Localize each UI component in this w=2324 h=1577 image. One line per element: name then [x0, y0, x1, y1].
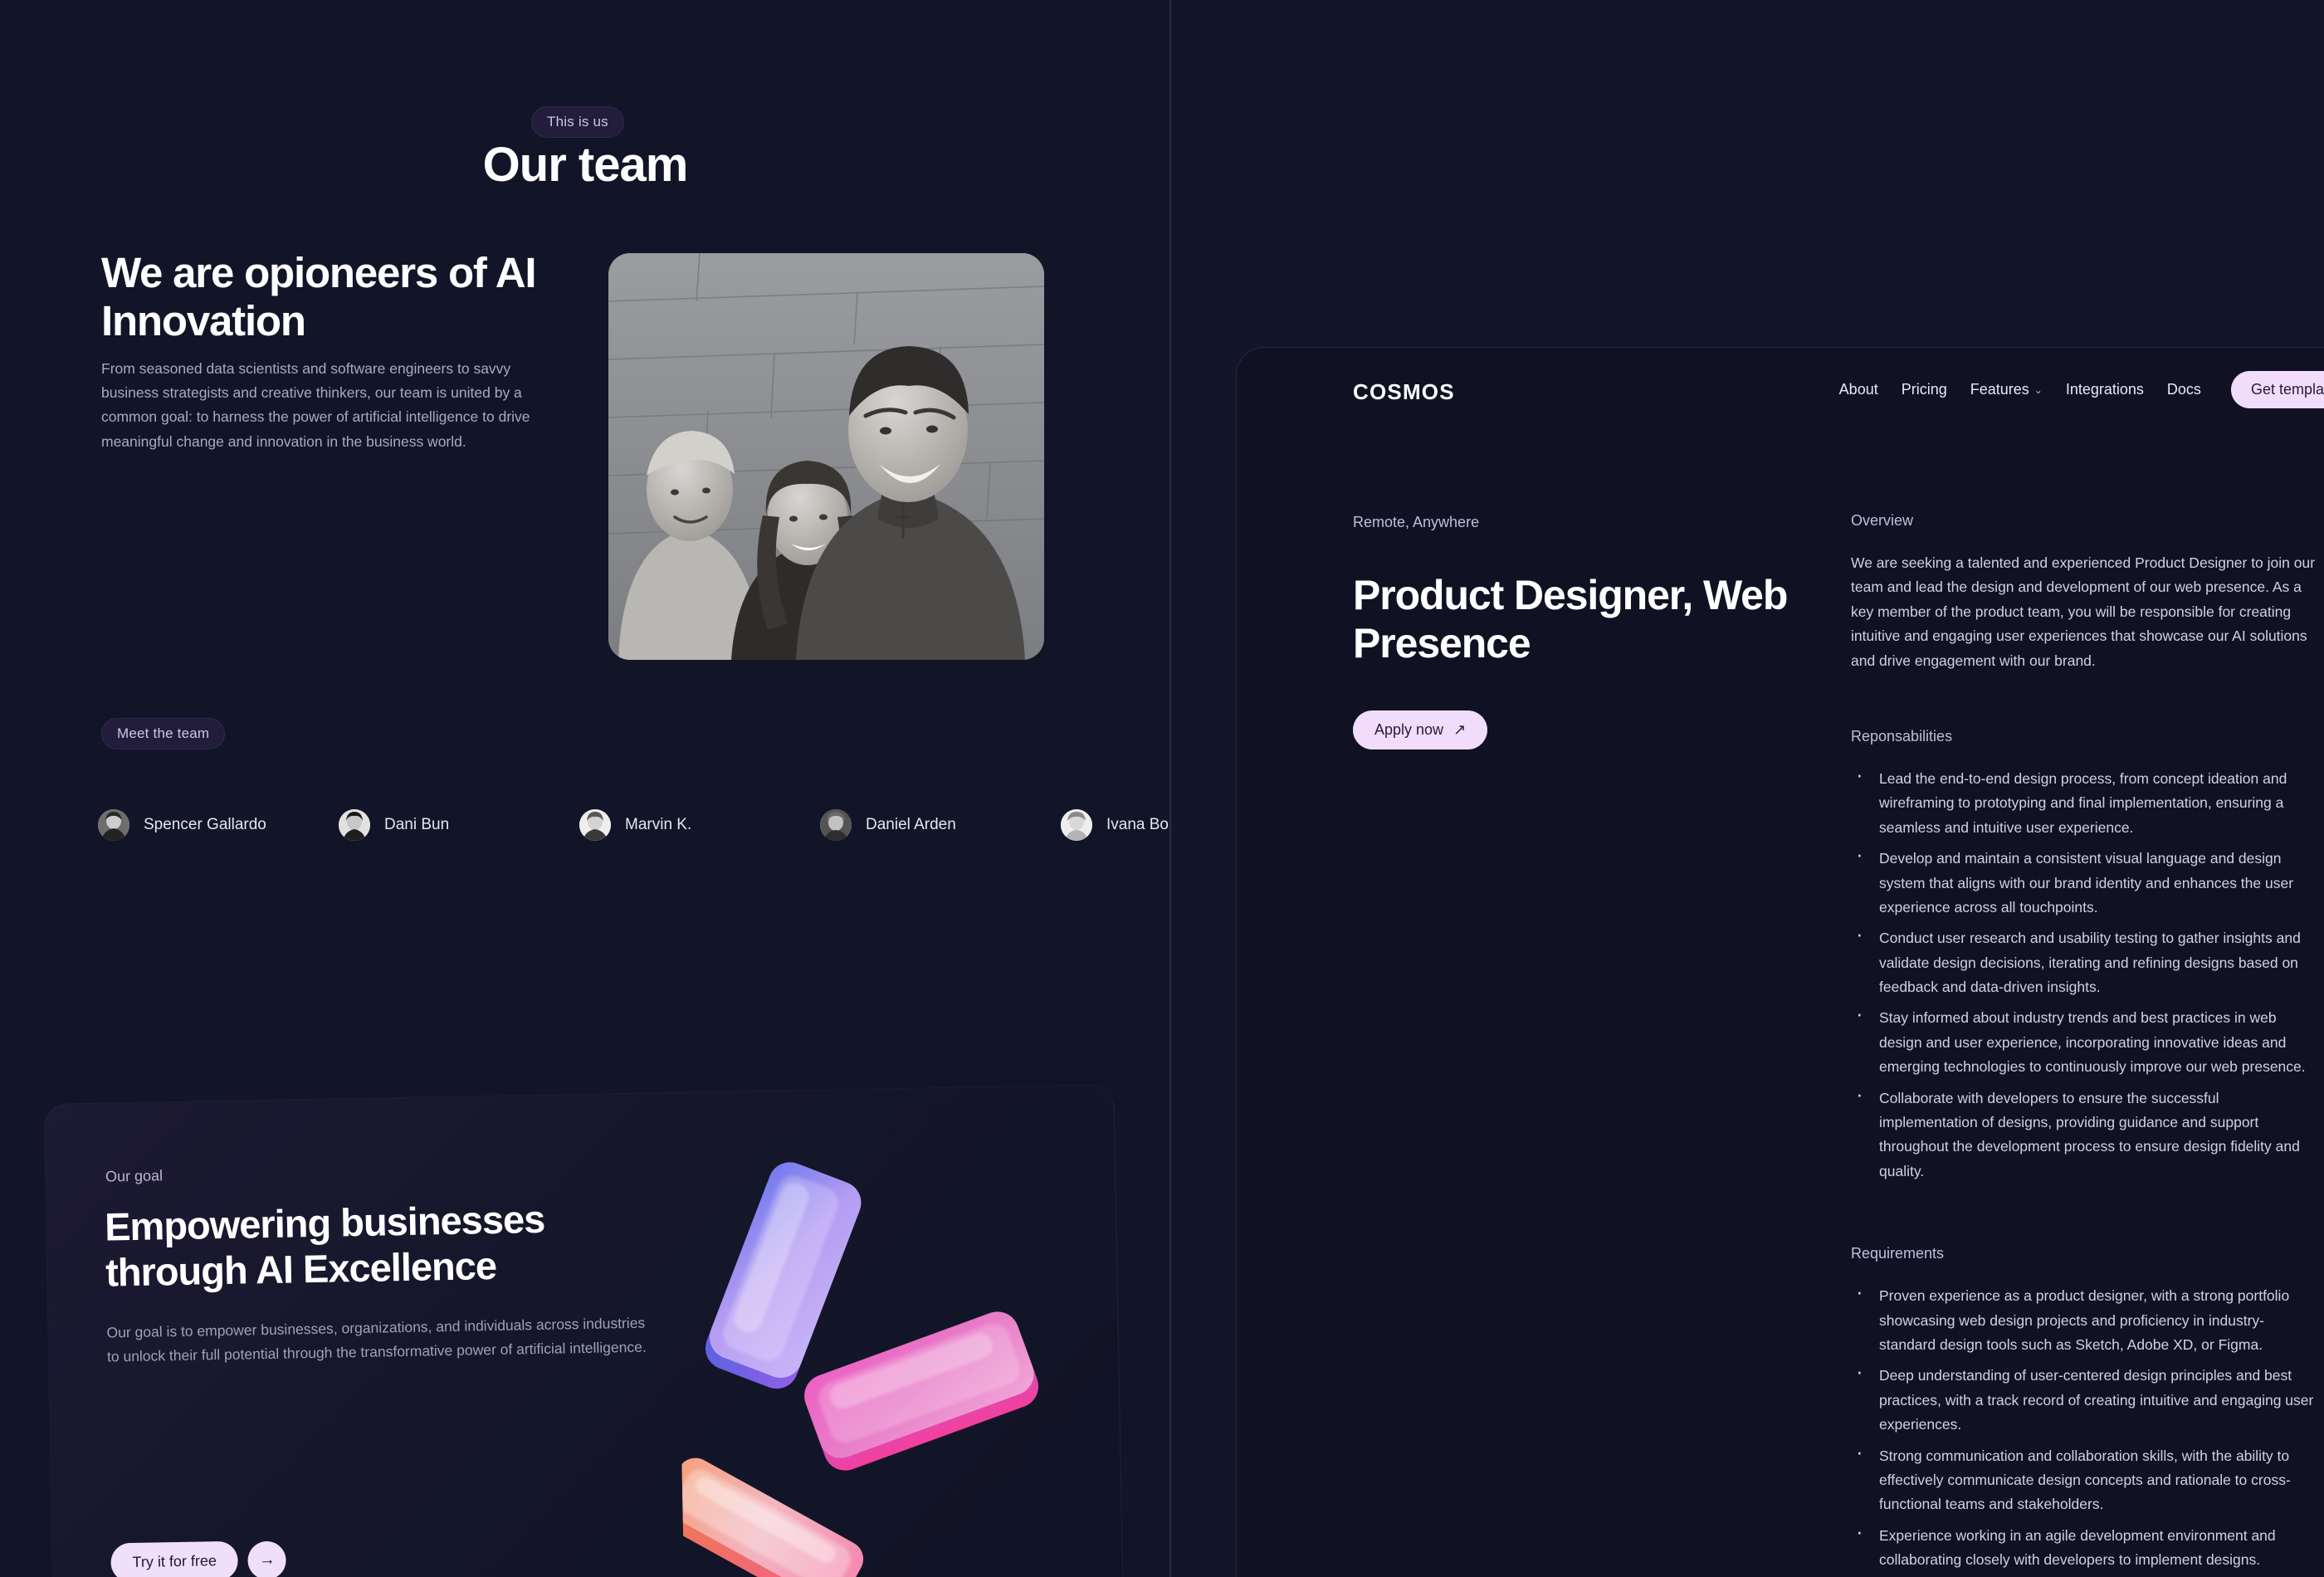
- our-goal-body: Our goal is to empower businesses, organ…: [106, 1314, 647, 1365]
- apply-now-button-top[interactable]: Apply now ↗: [1353, 710, 1488, 749]
- nav-link-pricing[interactable]: Pricing: [1902, 381, 1947, 398]
- meet-the-team-badge: Meet the team: [101, 718, 226, 749]
- nav-link-integrations[interactable]: Integrations: [2066, 381, 2144, 398]
- job-location: Remote, Anywhere: [1353, 514, 1480, 530]
- arrow-right-icon: →: [258, 1550, 276, 1570]
- nav-link-label: Integrations: [2065, 381, 2144, 398]
- team-member-grid: Spencer Gallardo Dani Bun Marvin K. Dani…: [98, 797, 1170, 853]
- intro-body: From seasoned data scientists and softwa…: [101, 360, 530, 450]
- requirements-label: Requirements: [1851, 1245, 1945, 1262]
- our-goal-label: Our goal: [105, 1167, 164, 1185]
- arrow-right-icon-button[interactable]: →: [247, 1540, 287, 1577]
- team-member-name: Daniel Arden: [866, 816, 956, 833]
- requirements-list: Proven experience as a product designer,…: [1851, 1281, 2316, 1577]
- list-item: Collaborate with developers to ensure th…: [1851, 1083, 2316, 1184]
- our-goal-heading: Empowering businesses through AI Excelle…: [104, 1196, 545, 1295]
- team-photo: [608, 253, 1044, 660]
- our-goal-actions: Try it for free →: [110, 1540, 287, 1577]
- try-it-for-free-button[interactable]: Try it for free: [110, 1540, 239, 1577]
- job-posting-window: COSMOS About Pricing Features ⌄ Integrat…: [1236, 347, 2324, 1577]
- overview-body: We are seeking a talented and experience…: [1851, 554, 2316, 669]
- our-goal-card: Our goal Our goal is to empower business…: [43, 1084, 1124, 1577]
- nav-link-label: About: [1838, 381, 1878, 398]
- list-item: Deep understanding of user-centered desi…: [1851, 1360, 2316, 1437]
- list-item: Proven experience as a product designer,…: [1851, 1281, 2316, 1357]
- team-member[interactable]: Marvin K.: [579, 797, 820, 853]
- avatar: [1061, 809, 1092, 841]
- avatar: [579, 809, 611, 841]
- avatar: [339, 809, 370, 841]
- team-member[interactable]: Daniel Arden: [820, 797, 1061, 853]
- team-member-name: Marvin K.: [625, 816, 692, 833]
- navbar-links: About Pricing Features ⌄ Integrations Do…: [1839, 371, 2324, 408]
- nav-link-label: Pricing: [1901, 381, 1947, 398]
- intro-heading: We are opioneers of AI Innovation: [101, 249, 537, 345]
- cosmos-logo[interactable]: COSMOS: [1353, 379, 1455, 405]
- list-item: Strong communication and collaboration s…: [1851, 1441, 2316, 1517]
- job-posting-pane: COSMOS About Pricing Features ⌄ Integrat…: [1171, 0, 2324, 1577]
- team-member[interactable]: Ivana Bolonga: [1061, 797, 1170, 853]
- nav-link-features[interactable]: Features ⌄: [1970, 381, 2043, 398]
- responsibilities-list: Lead the end-to-end design process, from…: [1851, 764, 2316, 1184]
- nav-link-label: Docs: [2166, 381, 2201, 398]
- overview-label: Overview: [1851, 512, 1914, 529]
- team-member[interactable]: Spencer Gallardo: [98, 797, 339, 853]
- chevron-down-icon: ⌄: [2034, 383, 2043, 396]
- team-member-name: Dani Bun: [384, 816, 450, 833]
- team-member-name: Ivana Bolonga: [1106, 816, 1170, 833]
- nav-link-about[interactable]: About: [1839, 381, 1878, 398]
- nav-link-docs[interactable]: Docs: [2167, 381, 2201, 398]
- list-item: Stay informed about industry trends and …: [1851, 1003, 2316, 1079]
- apply-now-label: Apply now: [1374, 721, 1444, 738]
- this-is-us-badge: This is us: [531, 106, 624, 138]
- team-member-name: Spencer Gallardo: [144, 816, 266, 833]
- team-page-pane: This is us Our team We are opioneers of …: [0, 0, 1170, 1577]
- get-template-button[interactable]: Get template: [2230, 371, 2324, 408]
- page-title: Our team: [482, 138, 689, 192]
- list-item: Develop and maintain a consistent visual…: [1851, 843, 2316, 920]
- responsibilities-label: Reponsabilities: [1851, 727, 1953, 745]
- list-item: Lead the end-to-end design process, from…: [1851, 764, 2316, 840]
- job-title: Product Designer, Web Presence: [1353, 572, 1788, 666]
- site-navbar: COSMOS About Pricing Features ⌄ Integrat…: [1237, 348, 2324, 439]
- avatar: [98, 809, 129, 841]
- job-details: Overview We are seeking a talented and e…: [1851, 512, 2316, 1577]
- arrow-up-right-icon: ↗: [1453, 721, 1467, 738]
- avatar: [820, 809, 852, 841]
- list-item: Experience working in an agile developme…: [1851, 1521, 2316, 1573]
- screenshot-root: This is us Our team We are opioneers of …: [0, 0, 2324, 1577]
- 3d-shapes-decoration: [676, 1135, 1099, 1577]
- list-item: Conduct user research and usability test…: [1851, 923, 2316, 999]
- nav-link-label: Features: [1970, 381, 2029, 398]
- team-member[interactable]: Dani Bun: [339, 797, 579, 853]
- job-header: Remote, Anywhere Product Designer, Web P…: [1353, 514, 1818, 749]
